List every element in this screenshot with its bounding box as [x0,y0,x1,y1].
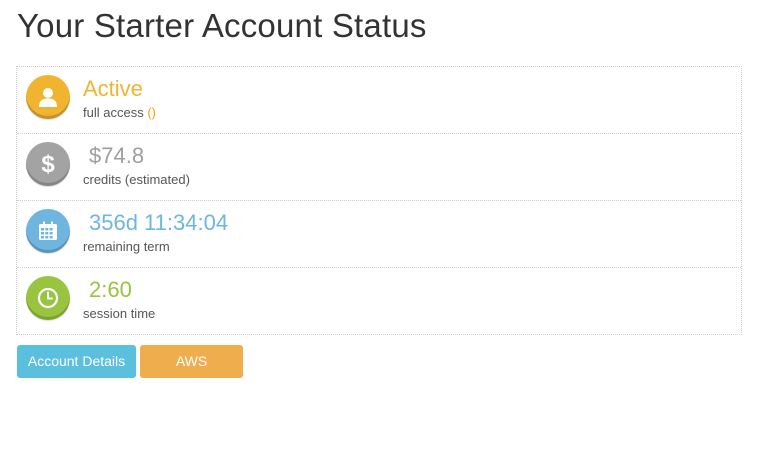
status-table: Active full access () $ $74.8 credits (e… [16,66,742,335]
session-caption: session time [83,306,156,321]
clock-icon [37,287,59,309]
session-icon-badge [26,276,70,320]
status-row-account: Active full access () [17,67,741,133]
term-icon-badge [26,209,70,253]
term-value: 356d 11:34:04 [89,210,229,235]
account-status-value: Active [83,76,143,101]
credits-icon-badge: $ [26,142,70,186]
account-status-caption: full access () [83,105,156,121]
dollar-icon: $ [41,151,55,177]
account-access-label: full access [83,105,144,120]
credits-caption: credits (estimated) [83,172,190,187]
page-title: Your Starter Account Status [17,7,427,44]
account-status-icon-badge [26,75,70,119]
account-access-extra: () [147,105,156,120]
calendar-icon [39,221,57,240]
svg-text:$: $ [41,151,55,177]
credits-value: $74.8 [89,143,145,168]
account-status-page: Your Starter Account Status Active full … [0,0,784,455]
status-row-credits: $ $74.8 credits (estimated) [17,133,741,200]
aws-console-button[interactable]: AWS Console [140,345,243,402]
account-details-button[interactable]: Account Details [17,345,136,378]
status-row-term: 356d 11:34:04 remaining term [17,200,741,267]
user-icon [39,88,57,107]
session-value: 2:60 [89,277,132,302]
term-caption: remaining term [83,239,170,254]
status-row-session: 2:60 session time [17,267,741,334]
